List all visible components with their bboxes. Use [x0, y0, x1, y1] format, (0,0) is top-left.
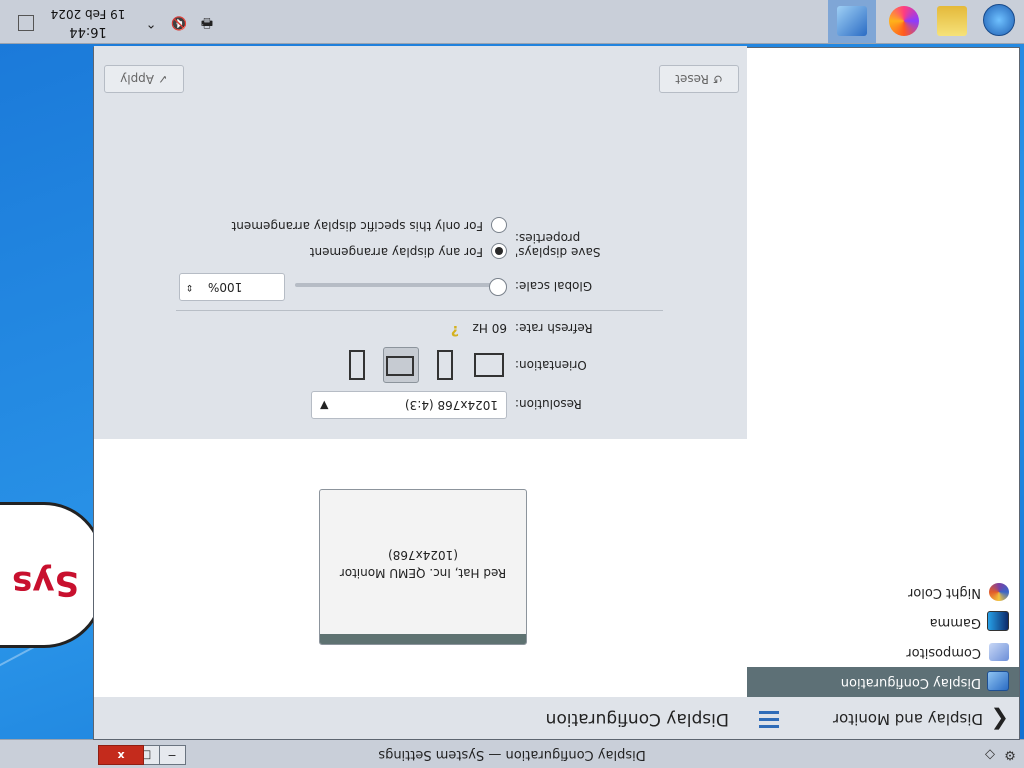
compositor-icon	[989, 643, 1009, 661]
gamma-icon	[987, 611, 1009, 631]
sidebar-item-label: Night Color	[908, 585, 981, 600]
monitor-icon	[987, 671, 1009, 691]
global-scale-value: 100%	[208, 280, 243, 294]
sidebar-item-gamma[interactable]: Gamma	[747, 607, 1019, 637]
global-scale-slider-handle[interactable]	[489, 278, 507, 296]
rotate-90-icon[interactable]	[471, 347, 507, 383]
taskbar: 🖶 🔇 ⌃ 16:44 19 Feb 2024	[0, 0, 1024, 44]
section-divider	[176, 310, 663, 311]
night-color-icon	[989, 583, 1009, 601]
taskbar-file-manager[interactable]	[928, 0, 976, 43]
sidebar-item-night-color[interactable]: Night Color	[747, 577, 1019, 607]
refresh-rate-label: Refresh rate:	[515, 321, 593, 335]
global-scale-spinbox[interactable]: 100% ⇕	[179, 273, 285, 301]
save-any-radio[interactable]	[491, 243, 507, 259]
minimize-button[interactable]: −	[158, 745, 186, 765]
display-settings-form: Resolution: 1024x768 (4:3) ▼ Orientation…	[94, 46, 747, 439]
reset-icon: ↺	[708, 72, 723, 86]
printer-icon[interactable]: 🖶	[198, 13, 216, 31]
apply-button[interactable]: ✓ Apply	[104, 65, 184, 93]
page-title: Display Configuration	[545, 709, 729, 729]
sidebar-item-label: Display Configuration	[840, 675, 981, 690]
monitor-preview-bar	[320, 634, 526, 644]
browser-icon	[889, 6, 919, 36]
landscape-icon[interactable]	[427, 347, 463, 383]
resolution-label: Resolution:	[515, 397, 582, 411]
volume-muted-icon[interactable]: 🔇	[170, 13, 188, 31]
check-icon: ✓	[154, 72, 168, 86]
sidebar-title: Display and Monitor	[832, 710, 983, 728]
chevron-down-icon: ▼	[320, 399, 329, 412]
sidebar-item-compositor[interactable]: Compositor	[747, 637, 1019, 667]
start-icon	[983, 4, 1015, 36]
orientation-label: Orientation:	[515, 358, 587, 372]
main-panel: Display Configuration Red Hat, Inc. QEMU…	[94, 46, 747, 739]
taskbar-browser[interactable]	[880, 0, 928, 43]
resolution-combobox[interactable]: 1024x768 (4:3) ▼	[311, 391, 507, 419]
portrait-flipped-icon[interactable]	[383, 347, 419, 383]
show-desktop-button[interactable]	[18, 15, 34, 31]
spin-arrows-icon[interactable]: ⇕	[186, 274, 194, 300]
resolution-value: 1024x768 (4:3)	[404, 398, 498, 412]
close-button[interactable]: x	[98, 745, 144, 765]
chevron-up-icon[interactable]: ⌃	[142, 13, 160, 31]
sidebar: ❮ Display and Monitor Display Configurat…	[746, 48, 1019, 739]
desktop-wallpaper-bubble: Sys	[0, 502, 104, 648]
main-header: Display Configuration	[94, 696, 747, 739]
save-specific-radio[interactable]	[491, 217, 507, 233]
start-button[interactable]	[976, 0, 1024, 43]
sidebar-item-label: Compositor	[906, 645, 981, 660]
save-any-label[interactable]: For any display arrangement	[310, 245, 483, 259]
sidebar-header: ❮ Display and Monitor	[747, 696, 1019, 739]
back-icon[interactable]: ❮	[991, 707, 1009, 732]
monitor-resolution: (1024x768)	[388, 548, 458, 562]
help-icon[interactable]: ?	[451, 322, 459, 338]
display-preview-area[interactable]: Red Hat, Inc. QEMU Monitor (1024x768)	[94, 413, 747, 697]
system-settings-icon	[837, 6, 867, 36]
window-titlebar[interactable]: ⚙ ◇ Display Configuration — System Setti…	[0, 739, 1024, 768]
rotate-270-icon[interactable]	[339, 347, 375, 383]
global-scale-label: Global scale:	[515, 279, 593, 293]
save-specific-label[interactable]: For only this specific display arrangeme…	[232, 219, 483, 233]
monitor-preview[interactable]: Red Hat, Inc. QEMU Monitor (1024x768)	[319, 489, 527, 645]
clock-date[interactable]: 19 Feb 2024	[48, 7, 128, 21]
sidebar-item-display-configuration[interactable]: Display Configuration	[747, 667, 1019, 697]
save-properties-label: Save displays' properties:	[515, 231, 601, 259]
taskbar-system-settings[interactable]	[828, 0, 876, 43]
file-manager-icon	[937, 6, 967, 36]
reset-button[interactable]: ↺ Reset	[659, 65, 739, 93]
hamburger-menu-icon[interactable]	[759, 710, 779, 728]
monitor-name: Red Hat, Inc. QEMU Monitor	[339, 566, 507, 580]
refresh-rate-value: 60 Hz	[472, 321, 507, 335]
clock-time[interactable]: 16:44	[48, 24, 128, 39]
global-scale-slider[interactable]	[295, 283, 507, 287]
sidebar-item-label: Gamma	[929, 615, 981, 630]
settings-window: ❮ Display and Monitor Display Configurat…	[93, 46, 1020, 740]
